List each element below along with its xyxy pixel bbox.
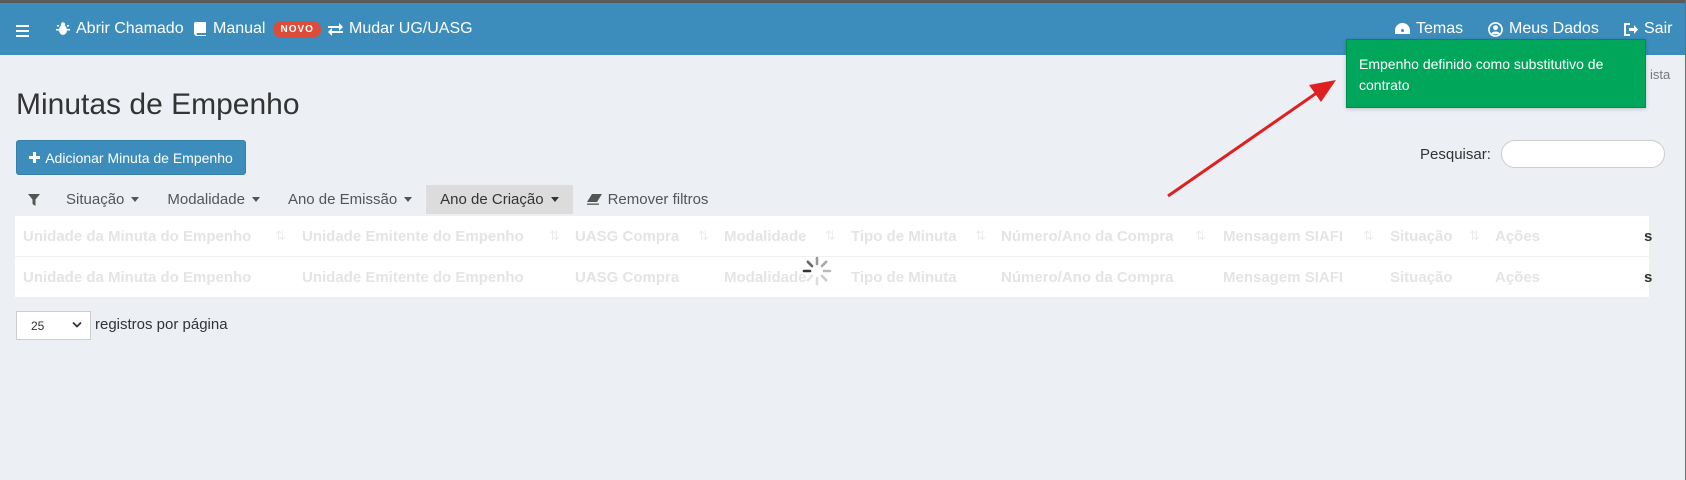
sign-out-icon bbox=[1624, 22, 1638, 36]
sort-icon: ⇅ bbox=[975, 228, 986, 243]
column-footer: Situação bbox=[1390, 269, 1453, 286]
user-circle-icon bbox=[1488, 21, 1503, 37]
filter-label: Ano de Criação bbox=[440, 191, 544, 208]
nav-mudar-ug[interactable]: Mudar UG/UASG bbox=[328, 3, 473, 55]
column-header[interactable]: Unidade Emitente do Empenho bbox=[302, 228, 524, 245]
sort-icon: ⇅ bbox=[1469, 228, 1480, 243]
filter-ano-criacao[interactable]: Ano de Criação bbox=[426, 185, 573, 214]
add-minuta-button[interactable]: Adicionar Minuta de Empenho bbox=[16, 140, 246, 175]
plus-icon bbox=[29, 152, 41, 163]
filter-icon bbox=[16, 185, 52, 214]
nav-label: Mudar UG/UASG bbox=[349, 20, 473, 37]
filter-label: Modalidade bbox=[167, 191, 245, 208]
column-header[interactable]: Ações bbox=[1495, 228, 1540, 245]
nav-label: Manual bbox=[213, 20, 266, 37]
filter-label: Situação bbox=[66, 191, 125, 208]
sort-icon: ⇅ bbox=[275, 228, 286, 243]
column-footer: Unidade Emitente do Empenho bbox=[302, 269, 524, 286]
sort-icon: ⇅ bbox=[698, 228, 709, 243]
toast-message: Empenho definido como substitutivo de co… bbox=[1359, 56, 1604, 93]
nav-label: Sair bbox=[1644, 20, 1673, 37]
column-header[interactable]: Tipo de Minuta bbox=[851, 228, 957, 245]
menu-toggle-icon[interactable] bbox=[16, 25, 29, 40]
exchange-icon bbox=[328, 22, 343, 36]
column-footer: UASG Compra bbox=[575, 269, 680, 286]
column-header[interactable]: Número/Ano da Compra bbox=[1001, 228, 1174, 245]
dashboard-icon bbox=[1395, 22, 1410, 34]
remove-filters-button[interactable]: Remover filtros bbox=[573, 185, 723, 214]
caret-down-icon bbox=[404, 197, 413, 202]
caret-down-icon bbox=[131, 197, 140, 202]
nav-label: Meus Dados bbox=[1509, 20, 1599, 37]
column-footer: Modalidade bbox=[724, 269, 807, 286]
column-footer: Número/Ano da Compra bbox=[1001, 269, 1174, 286]
column-footer: Unidade da Minuta do Empenho bbox=[23, 269, 252, 286]
sort-icon: ⇅ bbox=[1363, 228, 1374, 243]
column-footer-edge: s bbox=[1644, 269, 1653, 286]
nav-abrir-chamado[interactable]: Abrir Chamado bbox=[56, 3, 184, 55]
sort-icon: ⇅ bbox=[825, 228, 836, 243]
column-header[interactable]: Unidade da Minuta do Empenho bbox=[23, 228, 251, 245]
add-minuta-label: Adicionar Minuta de Empenho bbox=[45, 149, 233, 166]
column-footer: Ações bbox=[1495, 269, 1541, 286]
breadcrumb-fragment[interactable]: ista bbox=[1650, 67, 1670, 82]
column-header-edge: s bbox=[1644, 228, 1653, 245]
search-label: Pesquisar: bbox=[1420, 146, 1491, 163]
table-header-row: Unidade da Minuta do Empenho ⇅ Unidade E… bbox=[15, 216, 1653, 257]
search-input[interactable] bbox=[1501, 140, 1665, 168]
nav-manual[interactable]: Manual NOVO bbox=[194, 3, 321, 55]
column-header[interactable]: UASG Compra bbox=[575, 228, 679, 245]
new-badge: NOVO bbox=[273, 20, 321, 38]
nav-label: Temas bbox=[1416, 20, 1464, 37]
filter-situacao[interactable]: Situação bbox=[52, 185, 153, 214]
column-header[interactable]: Modalidade bbox=[724, 228, 807, 245]
per-page-label: registros por página bbox=[95, 316, 228, 333]
column-footer: Tipo de Minuta bbox=[851, 269, 957, 286]
filter-ano-emissao[interactable]: Ano de Emissão bbox=[274, 185, 426, 214]
bug-icon bbox=[56, 22, 70, 35]
filter-modalidade[interactable]: Modalidade bbox=[153, 185, 274, 214]
book-icon bbox=[194, 22, 206, 36]
filter-bar: Situação Modalidade Ano de Emissão Ano d… bbox=[16, 185, 722, 214]
success-toast[interactable]: Empenho definido como substitutivo de co… bbox=[1346, 39, 1646, 108]
sort-icon: ⇅ bbox=[549, 228, 560, 243]
column-header[interactable]: Situação bbox=[1390, 228, 1453, 245]
filter-label: Ano de Emissão bbox=[287, 191, 398, 208]
loading-spinner-icon bbox=[802, 256, 832, 286]
column-header[interactable]: Mensagem SIAFI bbox=[1223, 228, 1343, 245]
page-size-value: 25 bbox=[31, 318, 45, 333]
page-title: Minutas de Empenho bbox=[16, 88, 300, 121]
nav-label: Abrir Chamado bbox=[76, 20, 184, 37]
chevron-down-icon bbox=[72, 321, 82, 328]
column-footer: Mensagem SIAFI bbox=[1223, 269, 1344, 286]
caret-down-icon bbox=[251, 197, 260, 202]
remove-filters-label: Remover filtros bbox=[607, 191, 709, 208]
sort-icon: ⇅ bbox=[1195, 228, 1206, 243]
page-size-select[interactable]: 25 bbox=[16, 311, 91, 340]
caret-down-icon bbox=[550, 197, 559, 202]
eraser-icon bbox=[586, 194, 602, 205]
